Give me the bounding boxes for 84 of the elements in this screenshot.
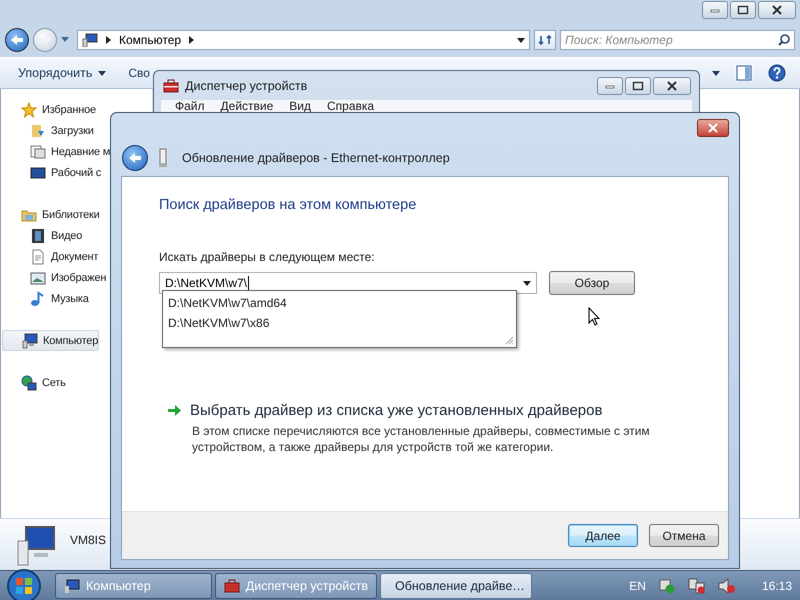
back-button[interactable] (5, 28, 29, 52)
close-button[interactable] (697, 119, 729, 137)
computer-name: VM8IS (70, 533, 106, 547)
help-icon[interactable] (768, 64, 786, 82)
sidebar-item[interactable]: Библиотеки (1, 204, 100, 225)
next-button[interactable]: Далее (568, 524, 638, 547)
menu-item[interactable]: Вид (281, 100, 319, 112)
sidebar-item[interactable]: Рабочий с (1, 162, 102, 183)
field-label: Искать драйверы в следующем месте: (159, 250, 376, 264)
computer-icon (82, 33, 98, 47)
sidebar-item[interactable]: Видео (1, 225, 82, 246)
link-description: В этом списке перечисляются все установленные драйверы, совместимые с этим устройством, а также драйверы для устройств той же категории. (192, 423, 651, 455)
caret-icon[interactable] (517, 38, 525, 42)
clock[interactable]: 16:13 (762, 578, 792, 592)
monitor-icon (30, 164, 46, 180)
refresh-button[interactable] (534, 30, 556, 50)
sidebar-item[interactable]: Документ (1, 246, 98, 267)
back-button[interactable] (122, 145, 148, 171)
minimize-icon (710, 7, 720, 13)
globe-icon (21, 374, 37, 390)
sidebar-item[interactable]: Музыка (1, 288, 89, 309)
speaker-muted-icon[interactable] (718, 578, 736, 594)
star-icon (21, 102, 37, 118)
close-button[interactable] (758, 1, 796, 19)
close-icon (707, 123, 719, 133)
resize-grip-icon[interactable] (504, 335, 514, 345)
network-adapter-icon (158, 148, 168, 168)
caret-icon[interactable] (712, 70, 720, 76)
page-heading: Поиск драйверов на этом компьютере (159, 197, 418, 213)
image-icon (30, 270, 46, 286)
arrow-right-icon (38, 34, 52, 46)
minimize-button[interactable] (702, 1, 728, 19)
arrow-icon (167, 404, 182, 417)
close-icon (666, 80, 678, 90)
mouse-cursor-icon (588, 307, 600, 326)
address-path[interactable]: Компьютер (119, 33, 182, 47)
chevron-icon[interactable] (106, 36, 111, 44)
suggestion-item[interactable]: D:\NetKVM\w7\amd64 (168, 293, 516, 313)
minimize-icon (605, 82, 615, 88)
computer-icon (16, 525, 56, 567)
sidebar-item[interactable]: Избранное (1, 99, 96, 120)
search-icon (778, 34, 790, 46)
address-bar[interactable]: Компьютер (77, 30, 530, 50)
caret-icon (98, 70, 106, 76)
cancel-button[interactable]: Отмена (649, 524, 719, 547)
chevron-icon[interactable] (189, 36, 194, 44)
music-note-icon (30, 290, 46, 306)
computer-icon (64, 578, 80, 592)
folder-icon (30, 122, 46, 138)
arrow-left-icon (10, 34, 24, 46)
film-icon (30, 228, 46, 244)
window-title: Диспетчер устройств (185, 78, 308, 92)
close-button[interactable] (653, 76, 691, 94)
maximize-icon (632, 80, 644, 90)
close-icon (771, 5, 783, 15)
sidebar-item[interactable]: Недавние м (1, 141, 110, 162)
sidebar-item[interactable]: Изображен (1, 267, 106, 288)
computer-icon (22, 332, 38, 348)
language-indicator[interactable]: EN (629, 578, 646, 592)
menu-item[interactable]: Действие (212, 100, 282, 112)
menu-item[interactable]: Файл (167, 100, 213, 112)
suggestion-item[interactable]: D:\NetKVM\w7\x86 (168, 313, 516, 333)
toolbox-icon (163, 78, 179, 92)
sidebar-item[interactable]: Сеть (1, 372, 66, 393)
document-icon (30, 248, 46, 264)
driver-list-link[interactable]: Выбрать драйвер из списка уже установленных драйверов (190, 402, 602, 419)
minimize-button[interactable] (597, 76, 623, 94)
maximize-button[interactable] (730, 1, 756, 19)
caret-icon (523, 280, 531, 286)
arrow-left-icon (128, 152, 142, 164)
document-stack-icon (30, 144, 46, 160)
sidebar-item[interactable]: Загрузки (1, 120, 94, 141)
browse-button[interactable]: Обзор (549, 271, 635, 295)
menu-item[interactable]: Справка (319, 100, 382, 112)
preview-pane-icon[interactable] (736, 65, 752, 81)
refresh-icon (538, 34, 552, 46)
toolbox-icon (224, 578, 240, 592)
toolbar-button[interactable]: Упорядочить (18, 66, 106, 80)
sidebar-item[interactable]: Компьютер (2, 330, 100, 351)
window-title: Обновление драйверов - Ethernet-контроллер (182, 151, 450, 165)
maximize-button[interactable] (625, 76, 651, 94)
toolbar-button[interactable]: Сво (128, 66, 150, 80)
maximize-icon (737, 5, 749, 15)
taskbar-button[interactable]: Обновление драйве… (380, 572, 532, 598)
